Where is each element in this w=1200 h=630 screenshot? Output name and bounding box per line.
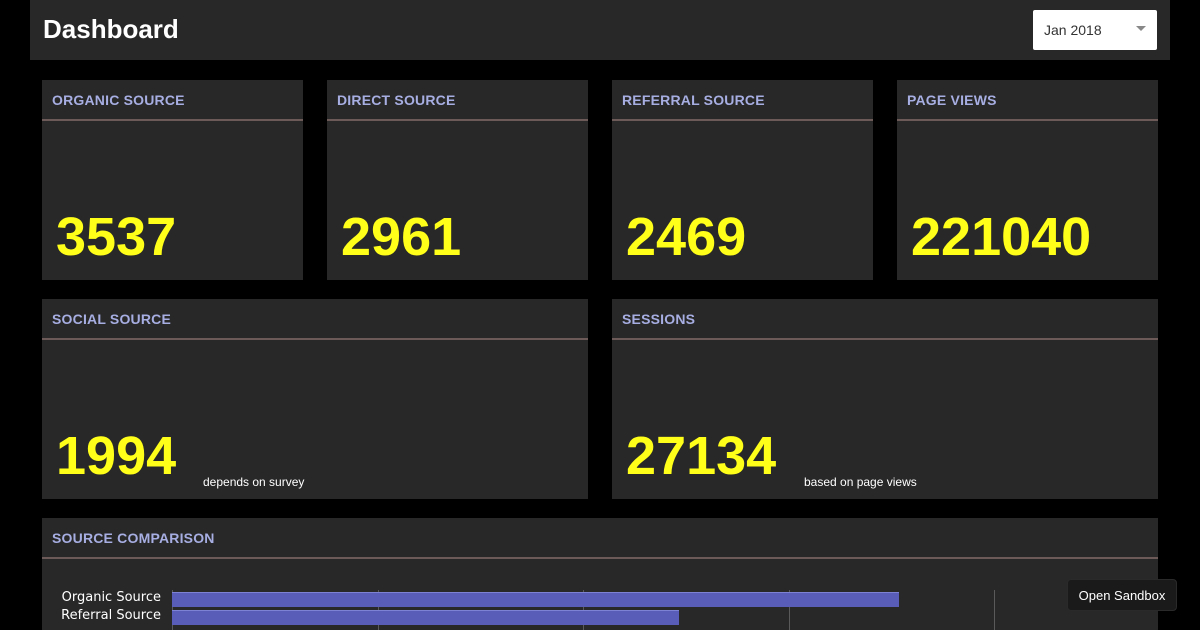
kpi-note: based on page views xyxy=(804,475,917,489)
bar[interactable] xyxy=(172,592,899,607)
kpi-value: 2961 xyxy=(341,207,462,267)
kpi-note: depends on survey xyxy=(203,475,305,489)
page-views-card: PAGE VIEWS 221040 xyxy=(897,80,1158,280)
card-divider xyxy=(897,119,1158,121)
card-divider xyxy=(327,119,588,121)
card-divider xyxy=(612,338,1158,340)
page-title: Dashboard xyxy=(43,14,179,44)
card-divider xyxy=(42,119,303,121)
direct-source-card: DIRECT SOURCE 2961 xyxy=(327,80,588,280)
social-source-card: SOCIAL SOURCE 1994 depends on survey xyxy=(42,299,588,499)
chart-gridline xyxy=(994,590,995,630)
sessions-card: SESSIONS 27134 based on page views xyxy=(612,299,1158,499)
card-title: SESSIONS xyxy=(622,311,696,327)
kpi-value: 27134 xyxy=(626,426,777,486)
kpi-value: 3537 xyxy=(56,207,177,267)
open-sandbox-label: Open Sandbox xyxy=(1078,588,1166,603)
card-title: DIRECT SOURCE xyxy=(337,92,456,108)
kpi-value: 221040 xyxy=(911,207,1092,267)
dashboard-header: Dashboard Jan 2018 xyxy=(30,0,1170,60)
referral-source-card: REFERRAL SOURCE 2469 xyxy=(612,80,873,280)
open-sandbox-button[interactable]: Open Sandbox xyxy=(1067,579,1177,611)
month-select[interactable]: Jan 2018 xyxy=(1033,10,1157,50)
source-comparison-card: SOURCE COMPARISON Organic Source Referral… xyxy=(42,518,1158,630)
card-title: SOCIAL SOURCE xyxy=(52,311,172,327)
organic-source-card: ORGANIC SOURCE 3537 xyxy=(42,80,303,280)
month-select-value: Jan 2018 xyxy=(1044,22,1102,38)
card-title: PAGE VIEWS xyxy=(907,92,997,108)
card-title: REFERRAL SOURCE xyxy=(622,92,765,108)
dashboard-page: Dashboard Jan 2018 ORGANIC SOURCE 3537 D… xyxy=(0,0,1200,630)
card-title: ORGANIC SOURCE xyxy=(52,92,185,108)
kpi-value: 1994 xyxy=(56,426,177,486)
bar-label: Organic Source xyxy=(61,590,161,605)
kpi-value: 2469 xyxy=(626,207,747,267)
bar[interactable] xyxy=(172,610,680,625)
bar-label: Referral Source xyxy=(61,608,161,623)
card-divider xyxy=(612,119,873,121)
chevron-down-icon xyxy=(1136,26,1146,31)
card-divider xyxy=(42,557,1158,559)
card-divider xyxy=(42,338,588,340)
card-title: SOURCE COMPARISON xyxy=(52,530,215,546)
